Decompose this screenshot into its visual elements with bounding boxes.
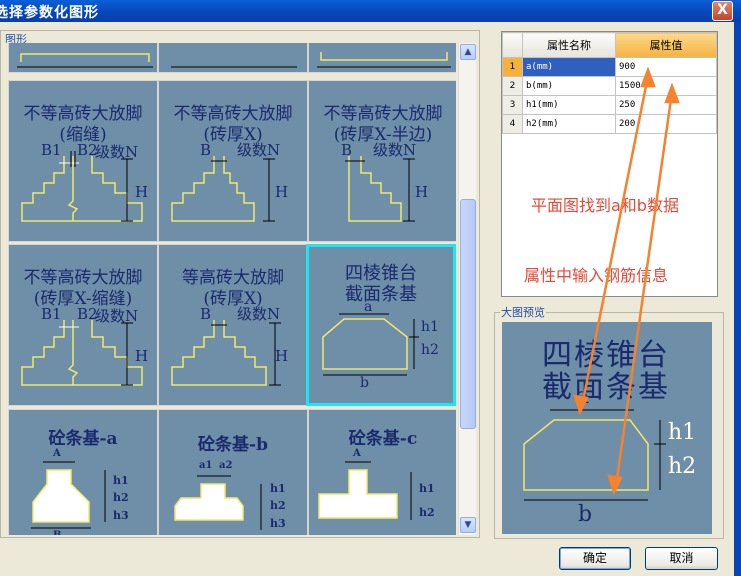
- ok-button[interactable]: 确定: [559, 547, 631, 570]
- cancel-button[interactable]: 取消: [645, 547, 718, 570]
- window-right-border: [734, 22, 741, 576]
- annotation-arrows: [573, 66, 680, 496]
